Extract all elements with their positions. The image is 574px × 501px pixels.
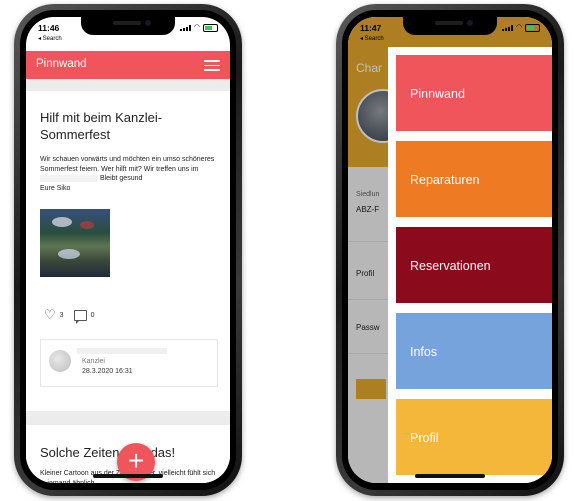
redacted-text bbox=[40, 174, 98, 182]
feed[interactable]: Hilf mit beim Kanzlei-Sommerfest Wir sch… bbox=[26, 79, 230, 483]
home-indicator bbox=[415, 474, 485, 478]
post-body-text-2: Bleibt gesund bbox=[99, 175, 143, 183]
menu-item-label: Reservationen bbox=[410, 259, 491, 273]
phone-frame-left: 11:46 ◂ Search ◠ Pinnwand Hilf mit beim … bbox=[14, 4, 242, 496]
menu-item-profil[interactable]: Profil bbox=[396, 399, 552, 475]
status-time: 11:47 bbox=[360, 23, 382, 33]
screen-pinnwand: 11:46 ◂ Search ◠ Pinnwand Hilf mit beim … bbox=[26, 17, 230, 483]
post-card[interactable]: Hilf mit beim Kanzlei-Sommerfest Wir sch… bbox=[26, 91, 230, 411]
app-bar: Pinnwand bbox=[26, 51, 230, 79]
signal-icon bbox=[179, 25, 191, 31]
menu-item-pinnwand[interactable]: Pinnwand bbox=[396, 55, 552, 131]
comment-count: 0 bbox=[90, 311, 95, 319]
status-time: 11:46 bbox=[38, 23, 60, 33]
heart-icon[interactable]: ♡ bbox=[44, 308, 56, 321]
screen-menu: 11:47 ◂ Search ◠ Char Siedlun ABZ-F Prof… bbox=[348, 17, 552, 483]
back-to-search-link[interactable]: ◂ Search bbox=[38, 35, 62, 42]
post-signature: Eure Siko bbox=[40, 184, 71, 192]
post-body-text: Wir schauen vorwärts und möchten ein ums… bbox=[40, 156, 215, 173]
hamburger-menu-icon[interactable] bbox=[204, 60, 220, 71]
post-photo[interactable] bbox=[40, 209, 110, 277]
navigation-menu: Pinnwand Reparaturen Reservationen Infos… bbox=[388, 47, 552, 483]
notch bbox=[81, 17, 175, 35]
app-bar-title: Pinnwand bbox=[36, 58, 87, 70]
menu-item-label: Pinnwand bbox=[410, 87, 465, 101]
redacted-author-name bbox=[77, 348, 167, 354]
battery-icon bbox=[525, 24, 540, 32]
avatar bbox=[49, 350, 71, 372]
post-date: 28.3.2020 16:31 bbox=[82, 368, 133, 375]
menu-item-label: Reparaturen bbox=[410, 173, 480, 187]
author-box[interactable]: Kanzlei 28.3.2020 16:31 bbox=[40, 339, 218, 387]
back-to-search-link[interactable]: ◂ Search bbox=[360, 35, 384, 42]
menu-item-label: Profil bbox=[410, 431, 439, 445]
menu-item-reparaturen[interactable]: Reparaturen bbox=[396, 141, 552, 217]
post-title: Hilf mit beim Kanzlei-Sommerfest bbox=[40, 110, 163, 142]
status-icons: ◠ bbox=[179, 24, 218, 32]
wifi-icon: ◠ bbox=[515, 24, 522, 31]
menu-item-infos[interactable]: Infos bbox=[396, 313, 552, 389]
comment-icon[interactable] bbox=[73, 309, 87, 324]
menu-item-label: Infos bbox=[410, 345, 438, 359]
menu-item-reservationen[interactable]: Reservationen bbox=[396, 227, 552, 303]
home-indicator bbox=[93, 474, 163, 478]
wifi-icon: ◠ bbox=[193, 24, 200, 31]
status-icons: ◠ bbox=[501, 24, 540, 32]
signal-icon bbox=[501, 25, 513, 31]
author-org: Kanzlei bbox=[82, 358, 105, 365]
post-body: Wir schauen vorwärts und möchten ein ums… bbox=[40, 155, 215, 193]
phone-frame-right: 11:47 ◂ Search ◠ Char Siedlun ABZ-F Prof… bbox=[336, 4, 564, 496]
reactions-bar: ♡ 3 0 bbox=[44, 308, 95, 324]
battery-icon bbox=[203, 24, 218, 32]
post-title: Solche Zeiten sind das! bbox=[40, 445, 176, 460]
like-count: 3 bbox=[59, 311, 64, 319]
notch bbox=[403, 17, 497, 35]
